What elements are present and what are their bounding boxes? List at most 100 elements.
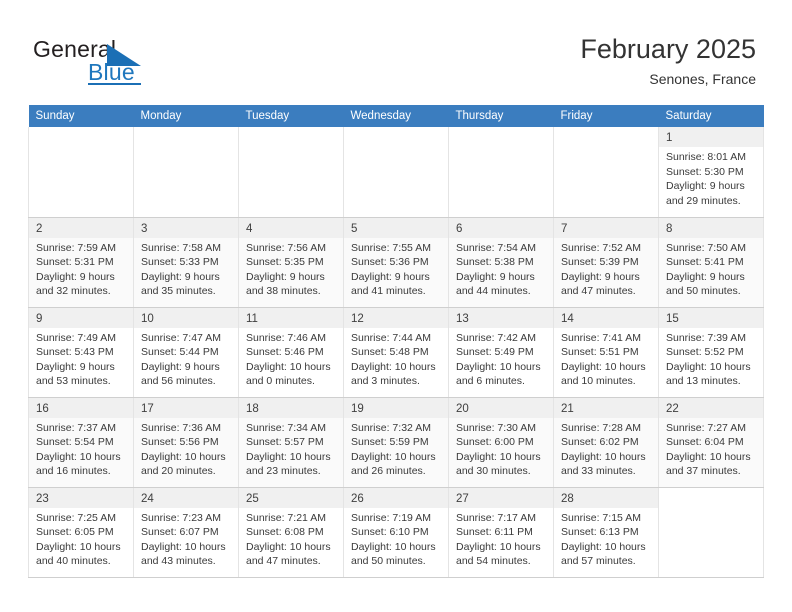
day-cell-content: 28 Sunrise: 7:15 AM Sunset: 6:13 PM Dayligh… [554,487,658,569]
day-sun-info: Sunrise: 7:54 AM Sunset: 5:38 PM Daylight:… [456,241,547,299]
day-cell-content: 25 Sunrise: 7:21 AM Sunset: 6:08 PM Dayligh… [239,487,343,569]
daylight-duration-line1: Daylight: 10 hours [141,540,226,553]
calendar-day-cell[interactable]: 11 Sunrise: 7:46 AM Sunset: 5:46 PM Dayligh… [238,307,344,398]
calendar-day-cell[interactable]: 15 Sunrise: 7:39 AM Sunset: 5:52 PM Dayligh… [658,307,764,398]
daylight-duration-line2: and 40 minutes. [36,555,111,568]
location-subtitle: Senones, France [649,71,756,87]
day-number: 26 [344,487,448,508]
day-sun-info: Sunrise: 7:27 AM Sunset: 6:04 PM Daylight:… [666,421,757,479]
sunrise-time: Sunrise: 7:54 AM [456,241,536,254]
sunrise-time: Sunrise: 7:30 AM [456,421,536,434]
calendar-day-cell[interactable]: 21 Sunrise: 7:28 AM Sunset: 6:02 PM Dayligh… [553,397,659,488]
calendar-day-cell[interactable]: 7 Sunrise: 7:52 AM Sunset: 5:39 PM Daylight… [553,217,659,308]
sunset-time: Sunset: 5:39 PM [561,256,639,269]
day-number: 25 [239,487,343,508]
day-sun-info: Sunrise: 7:28 AM Sunset: 6:02 PM Daylight:… [561,421,652,479]
calendar-day-cell[interactable]: 13 Sunrise: 7:42 AM Sunset: 5:49 PM Dayligh… [448,307,554,398]
calendar-day-cell[interactable]: 22 Sunrise: 7:27 AM Sunset: 6:04 PM Dayligh… [658,397,764,488]
day-number: 14 [554,307,658,328]
day-cell-content: 3 Sunrise: 7:58 AM Sunset: 5:33 PM Daylight… [134,217,238,299]
daylight-duration-line2: and 50 minutes. [666,285,741,298]
day-cell-content: 7 Sunrise: 7:52 AM Sunset: 5:39 PM Daylight… [554,217,658,299]
daylight-duration-line1: Daylight: 10 hours [561,360,646,373]
calendar-day-cell[interactable]: 3 Sunrise: 7:58 AM Sunset: 5:33 PM Daylight… [133,217,239,308]
calendar-empty-cell [343,127,449,218]
calendar-empty-cell [28,127,134,218]
weekday-header-monday: Monday [133,105,239,127]
day-cell-content: 17 Sunrise: 7:36 AM Sunset: 5:56 PM Dayligh… [134,397,238,479]
calendar-empty-cell [238,127,344,218]
day-cell-content: 5 Sunrise: 7:55 AM Sunset: 5:36 PM Daylight… [344,217,448,299]
sunrise-time: Sunrise: 7:58 AM [141,241,221,254]
sunrise-sunset-calendar: Sunday Monday Tuesday Wednesday Thursday… [28,105,764,578]
day-number: 17 [134,397,238,418]
calendar-day-cell[interactable]: 4 Sunrise: 7:56 AM Sunset: 5:35 PM Daylight… [238,217,344,308]
daylight-duration-line2: and 13 minutes. [666,375,741,388]
calendar-day-cell[interactable]: 2 Sunrise: 7:59 AM Sunset: 5:31 PM Daylight… [28,217,134,308]
sunrise-time: Sunrise: 7:32 AM [351,421,431,434]
sunrise-time: Sunrise: 7:27 AM [666,421,746,434]
sunset-time: Sunset: 5:44 PM [141,346,219,359]
weekday-header-tuesday: Tuesday [238,105,344,127]
calendar-day-cell[interactable]: 9 Sunrise: 7:49 AM Sunset: 5:43 PM Daylight… [28,307,134,398]
daylight-duration-line2: and 0 minutes. [246,375,315,388]
sunset-time: Sunset: 5:30 PM [666,165,744,178]
daylight-duration-line1: Daylight: 10 hours [36,450,121,463]
day-sun-info: Sunrise: 7:52 AM Sunset: 5:39 PM Daylight:… [561,241,652,299]
day-number: 5 [344,217,448,238]
sunset-time: Sunset: 5:57 PM [246,436,324,449]
daylight-duration-line2: and 6 minutes. [456,375,525,388]
calendar-day-cell[interactable]: 24 Sunrise: 7:23 AM Sunset: 6:07 PM Dayligh… [133,487,239,578]
sunrise-time: Sunrise: 7:44 AM [351,331,431,344]
day-number: 3 [134,217,238,238]
day-number: 15 [659,307,763,328]
daylight-duration-line2: and 30 minutes. [456,465,531,478]
day-sun-info: Sunrise: 7:41 AM Sunset: 5:51 PM Daylight:… [561,331,652,389]
sunrise-time: Sunrise: 7:41 AM [561,331,641,344]
day-cell-content: 1 Sunrise: 8:01 AM Sunset: 5:30 PM Daylight… [659,127,763,208]
calendar-day-cell[interactable]: 19 Sunrise: 7:32 AM Sunset: 5:59 PM Dayligh… [343,397,449,488]
calendar-day-cell[interactable]: 26 Sunrise: 7:19 AM Sunset: 6:10 PM Dayligh… [343,487,449,578]
sunrise-time: Sunrise: 7:49 AM [36,331,116,344]
daylight-duration-line2: and 37 minutes. [666,465,741,478]
calendar-week-row: 9 Sunrise: 7:49 AM Sunset: 5:43 PM Daylight… [28,307,764,398]
daylight-duration-line1: Daylight: 10 hours [456,540,541,553]
day-sun-info: Sunrise: 7:15 AM Sunset: 6:13 PM Daylight:… [561,511,652,569]
calendar-day-cell[interactable]: 27 Sunrise: 7:17 AM Sunset: 6:11 PM Dayligh… [448,487,554,578]
day-sun-info: Sunrise: 7:59 AM Sunset: 5:31 PM Daylight:… [36,241,127,299]
calendar-day-cell[interactable]: 17 Sunrise: 7:36 AM Sunset: 5:56 PM Dayligh… [133,397,239,488]
calendar-day-cell[interactable]: 20 Sunrise: 7:30 AM Sunset: 6:00 PM Dayligh… [448,397,554,488]
day-number: 6 [449,217,553,238]
sunset-time: Sunset: 6:08 PM [246,526,324,539]
day-number: 4 [239,217,343,238]
day-number: 13 [449,307,553,328]
calendar-day-cell[interactable]: 1 Sunrise: 8:01 AM Sunset: 5:30 PM Daylight… [658,127,764,218]
day-sun-info: Sunrise: 7:39 AM Sunset: 5:52 PM Daylight:… [666,331,757,389]
sunset-time: Sunset: 6:02 PM [561,436,639,449]
calendar-day-cell[interactable]: 16 Sunrise: 7:37 AM Sunset: 5:54 PM Dayligh… [28,397,134,488]
day-sun-info: Sunrise: 7:58 AM Sunset: 5:33 PM Daylight:… [141,241,232,299]
calendar-empty-cell [448,127,554,218]
calendar-day-cell[interactable]: 18 Sunrise: 7:34 AM Sunset: 5:57 PM Dayligh… [238,397,344,488]
day-number: 20 [449,397,553,418]
calendar-day-cell[interactable]: 28 Sunrise: 7:15 AM Sunset: 6:13 PM Dayligh… [553,487,659,578]
calendar-empty-cell [133,127,239,218]
daylight-duration-line2: and 43 minutes. [141,555,216,568]
daylight-duration-line1: Daylight: 10 hours [351,360,436,373]
calendar-day-cell[interactable]: 8 Sunrise: 7:50 AM Sunset: 5:41 PM Daylight… [658,217,764,308]
day-cell-content: 27 Sunrise: 7:17 AM Sunset: 6:11 PM Dayligh… [449,487,553,569]
calendar-day-cell[interactable]: 10 Sunrise: 7:47 AM Sunset: 5:44 PM Dayligh… [133,307,239,398]
calendar-day-cell[interactable]: 14 Sunrise: 7:41 AM Sunset: 5:51 PM Dayligh… [553,307,659,398]
sunset-time: Sunset: 5:59 PM [351,436,429,449]
calendar-day-cell[interactable]: 23 Sunrise: 7:25 AM Sunset: 6:05 PM Dayligh… [28,487,134,578]
sunset-time: Sunset: 6:00 PM [456,436,534,449]
sunrise-time: Sunrise: 7:52 AM [561,241,641,254]
day-number: 10 [134,307,238,328]
sunrise-time: Sunrise: 7:23 AM [141,511,221,524]
calendar-day-cell[interactable]: 6 Sunrise: 7:54 AM Sunset: 5:38 PM Daylight… [448,217,554,308]
calendar-day-cell[interactable]: 5 Sunrise: 7:55 AM Sunset: 5:36 PM Daylight… [343,217,449,308]
calendar-day-cell[interactable]: 12 Sunrise: 7:44 AM Sunset: 5:48 PM Dayligh… [343,307,449,398]
sunset-time: Sunset: 5:56 PM [141,436,219,449]
calendar-day-cell[interactable]: 25 Sunrise: 7:21 AM Sunset: 6:08 PM Dayligh… [238,487,344,578]
day-number: 21 [554,397,658,418]
